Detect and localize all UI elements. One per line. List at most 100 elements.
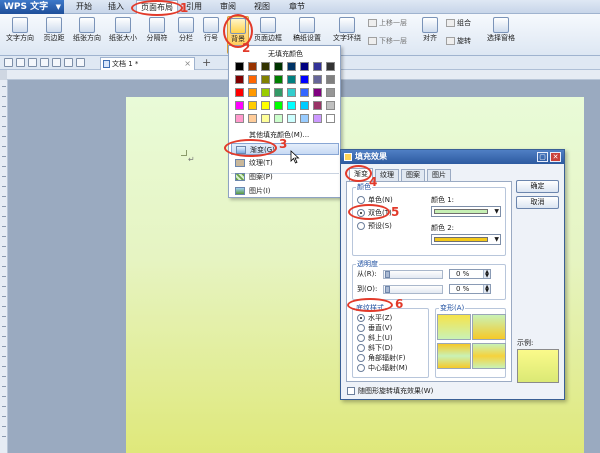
shading-horizontal[interactable]: 水平(Z) [357,314,392,323]
color-swatch[interactable] [274,114,283,123]
rotate-with-shape-checkbox[interactable]: 随图形旋转填充效果(W) [347,387,433,396]
dialog-title-bar[interactable]: 填充效果 ▢ ✕ [341,150,564,164]
text-direction-button[interactable]: 文字方向 [3,16,37,54]
color-swatch[interactable] [261,101,270,110]
to-transparency-slider[interactable] [383,285,443,294]
menu-section[interactable]: 章节 [282,0,312,14]
line-numbers-button[interactable]: 行号 [200,16,222,54]
menu-insert[interactable]: 插入 [102,0,130,14]
color-swatch[interactable] [326,88,335,97]
color-swatch[interactable] [248,62,257,71]
vertical-ruler[interactable] [0,80,8,453]
spinner-arrows-icon[interactable]: ▲ ▼ [483,270,490,279]
radio-preset[interactable]: 预设(S) [357,222,392,231]
align-button[interactable]: 对齐 [418,16,442,54]
from-transparency-slider[interactable] [383,270,443,279]
open-icon[interactable] [16,58,25,67]
redo-icon[interactable] [76,58,85,67]
color-swatch[interactable] [235,75,244,84]
color-swatch[interactable] [287,62,296,71]
send-backward-button[interactable]: 下移一层 [368,36,407,46]
slider-thumb[interactable] [385,286,390,293]
color-swatch[interactable] [313,75,322,84]
variant-2[interactable] [472,314,506,340]
menu-home[interactable]: 开始 [68,0,100,14]
tab-picture[interactable]: 图片 [427,169,451,181]
bring-forward-button[interactable]: 上移一层 [368,18,407,28]
variant-4[interactable] [472,343,506,369]
color-swatch[interactable] [326,114,335,123]
color-swatch[interactable] [235,88,244,97]
group-button[interactable]: 组合 [446,18,471,28]
pattern-item[interactable]: 图案(P) [231,171,339,183]
close-icon[interactable]: × [184,58,191,70]
tab-texture[interactable]: 纹理 [375,169,399,181]
shading-diagonal-down[interactable]: 斜下(D) [357,344,393,353]
color-swatch[interactable] [300,114,309,123]
tab-pattern[interactable]: 图案 [401,169,425,181]
save-icon[interactable] [28,58,37,67]
texture-item[interactable]: 纹理(T) [231,157,339,169]
color-swatch[interactable] [326,75,335,84]
color-swatch[interactable] [287,101,296,110]
color-swatch[interactable] [287,88,296,97]
print-icon[interactable] [40,58,49,67]
color1-dropdown[interactable]: ▼ [431,206,501,217]
undo-icon[interactable] [64,58,73,67]
color-swatch[interactable] [235,62,244,71]
menu-view[interactable]: 视图 [248,0,276,14]
color-swatch[interactable] [248,75,257,84]
color-swatch[interactable] [313,114,322,123]
shading-vertical[interactable]: 垂直(V) [357,324,392,333]
rotate-button[interactable]: 旋转 [446,36,471,46]
wps-app-button[interactable]: WPS 文字 ▼ [0,0,64,14]
picture-item[interactable]: 图片(I) [231,185,339,197]
shading-from-center[interactable]: 中心辐射(M) [357,364,408,373]
color-swatch[interactable] [248,88,257,97]
to-transparency-spinner[interactable]: 0 % ▲ ▼ [449,284,491,294]
color-swatch[interactable] [300,62,309,71]
color-swatch[interactable] [248,114,257,123]
color-swatch[interactable] [248,101,257,110]
color-swatch[interactable] [300,101,309,110]
close-icon[interactable]: ✕ [550,152,561,162]
paper-size-button[interactable]: 纸张大小 [106,16,140,54]
color-swatch[interactable] [300,88,309,97]
columns-button[interactable]: 分栏 [174,16,198,54]
color-swatch[interactable] [274,88,283,97]
color-swatch[interactable] [287,75,296,84]
from-transparency-spinner[interactable]: 0 % ▲ ▼ [449,269,491,279]
cancel-button[interactable]: 取消 [516,196,559,209]
color-swatch[interactable] [313,62,322,71]
maximize-icon[interactable]: ▢ [537,152,548,162]
color-swatch[interactable] [274,75,283,84]
margins-button[interactable]: 页边距 [40,16,68,54]
color-swatch[interactable] [274,62,283,71]
color-swatch[interactable] [235,114,244,123]
color-swatch[interactable] [287,114,296,123]
new-icon[interactable] [4,58,13,67]
variant-3[interactable] [437,343,471,369]
variant-1[interactable] [437,314,471,340]
spinner-arrows-icon[interactable]: ▲ ▼ [483,285,490,294]
color-swatch[interactable] [261,75,270,84]
selection-pane-button[interactable]: 选择窗格 [484,16,518,54]
color-swatch[interactable] [261,62,270,71]
shading-from-corner[interactable]: 角部辐射(F) [357,354,406,363]
slider-thumb[interactable] [385,271,390,278]
color-swatch[interactable] [326,101,335,110]
color-swatch[interactable] [313,101,322,110]
ok-button[interactable]: 确定 [516,180,559,193]
document-tab[interactable]: 文档 1 * × [100,57,195,70]
color-swatch[interactable] [300,75,309,84]
shading-diagonal-up[interactable]: 斜上(U) [357,334,393,343]
color-swatch[interactable] [313,88,322,97]
orientation-button[interactable]: 纸张方向 [70,16,104,54]
color-swatch[interactable] [326,62,335,71]
color-swatch[interactable] [235,101,244,110]
separator-button[interactable]: 分隔符 [142,16,172,54]
new-tab-button[interactable]: + [202,56,211,69]
color-swatch[interactable] [261,88,270,97]
menu-review[interactable]: 审阅 [213,0,243,14]
color2-dropdown[interactable]: ▼ [431,234,501,245]
